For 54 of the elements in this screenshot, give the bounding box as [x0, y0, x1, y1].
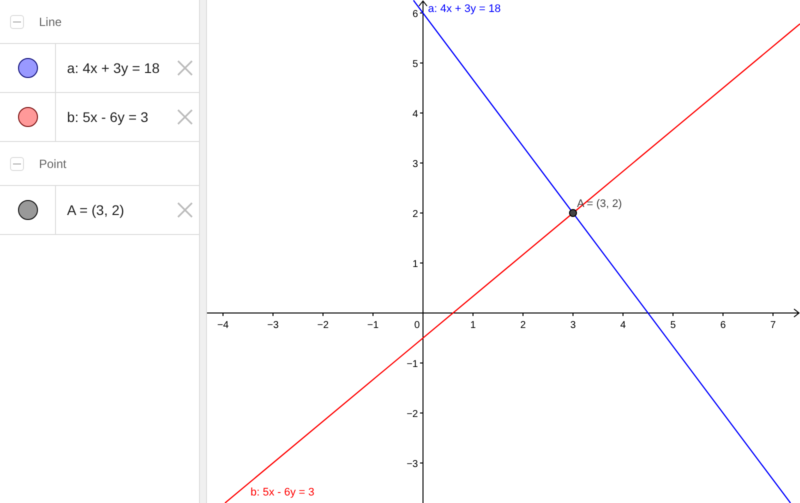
tick-mark	[420, 112, 424, 114]
tick-mark	[522, 312, 524, 316]
tick-mark	[420, 162, 424, 164]
tick-label: 7	[770, 320, 776, 331]
tick-mark	[372, 312, 374, 316]
tick-mark	[420, 12, 424, 14]
tick-label: 6	[720, 320, 726, 331]
tick-label: −1	[367, 320, 379, 331]
tick-mark	[420, 462, 424, 464]
tick-label: 2	[412, 209, 418, 220]
tick-label: −2	[317, 320, 329, 331]
tick-label: −2	[406, 409, 418, 420]
tick-mark	[772, 312, 774, 316]
tick-label: 1	[412, 259, 418, 270]
tick-label: 5	[670, 320, 676, 331]
tick-mark	[722, 312, 724, 316]
expression-text[interactable]: b: 5x - 6y = 3	[67, 106, 177, 128]
tick-label: 3	[412, 159, 418, 170]
group-label: Point	[39, 156, 66, 172]
expression-text[interactable]: a: 4x + 3y = 18	[67, 58, 177, 78]
tick-label: −3	[406, 459, 418, 470]
tick-label: 5	[412, 59, 418, 70]
tick-mark	[322, 312, 324, 316]
tick-mark	[672, 312, 674, 316]
tick-mark	[420, 262, 424, 264]
tick-mark	[420, 62, 424, 64]
tick-label: 1	[470, 320, 476, 331]
delete-icon[interactable]	[177, 109, 193, 125]
tick-mark	[420, 362, 424, 364]
tick-mark	[222, 312, 224, 316]
delete-icon[interactable]	[177, 202, 193, 218]
tick-label: 2	[520, 320, 526, 331]
point-marker	[569, 209, 577, 217]
graph-label: b: 5x - 6y = 3	[250, 486, 314, 498]
tick-label: 4	[412, 109, 418, 120]
collapse-toggle[interactable]	[10, 156, 24, 170]
tick-mark	[420, 412, 424, 414]
tick-mark	[622, 312, 624, 316]
collapse-toggle[interactable]	[10, 14, 24, 28]
tick-label: 0	[414, 320, 420, 331]
tick-label: −3	[267, 320, 279, 331]
tick-mark	[572, 312, 574, 316]
tick-mark	[272, 312, 274, 316]
delete-icon[interactable]	[177, 60, 193, 76]
tick-mark	[472, 312, 474, 316]
graph-label: a: 4x + 3y = 18	[428, 3, 501, 15]
expression-text[interactable]: A = (3, 2)	[67, 200, 177, 220]
tick-label: 3	[570, 320, 576, 331]
tick-mark	[420, 212, 424, 214]
group-label: Line	[39, 14, 62, 30]
tick-label: 4	[620, 320, 626, 331]
tick-label: −4	[217, 320, 229, 331]
tick-label: −1	[406, 359, 418, 370]
tick-label: 6	[412, 9, 418, 20]
